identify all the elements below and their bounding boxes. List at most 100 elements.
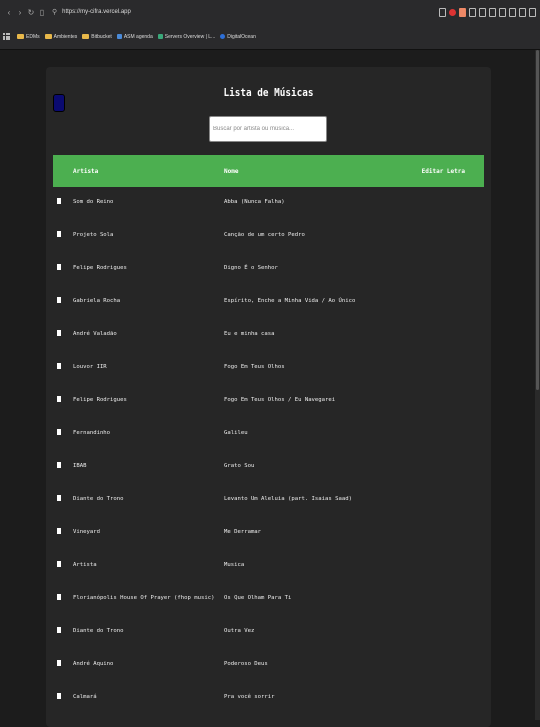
table-row[interactable]: André Aquino Poderoso Deus — [53, 649, 484, 682]
table-row[interactable]: IBAB Grato Sou — [53, 451, 484, 484]
extension-icon[interactable] — [439, 7, 446, 17]
extension-icon[interactable] — [519, 7, 526, 17]
edit-lyrics-icon[interactable] — [57, 561, 61, 567]
bookmark-folder[interactable]: EDMs — [17, 34, 40, 40]
page-content: Lista de Músicas Artista Nome Editar Let… — [0, 50, 540, 727]
table-row[interactable]: Artista Musica — [53, 550, 484, 583]
song-name-cell[interactable]: Canção de um certo Pedro — [224, 232, 305, 238]
song-name-cell[interactable]: Me Derramar — [224, 529, 261, 535]
edit-lyrics-icon[interactable] — [57, 528, 61, 534]
bookmark-link[interactable]: Servers Overview | L... — [157, 34, 215, 40]
extension-icon[interactable] — [459, 7, 466, 17]
forward-icon[interactable]: › — [15, 8, 25, 17]
favicon-icon — [157, 34, 163, 39]
extension-icon[interactable] — [489, 7, 496, 17]
song-name-cell[interactable]: Digno É o Senhor — [224, 265, 278, 271]
song-name-cell[interactable]: Galileu — [224, 430, 248, 436]
table-row[interactable]: Felipe Rodrigues Digno É o Senhor — [53, 253, 484, 286]
edit-lyrics-icon[interactable] — [57, 231, 61, 237]
table-row[interactable]: Florianópolis House Of Prayer (fhop musi… — [53, 583, 484, 616]
folder-icon — [17, 34, 24, 39]
search-input[interactable] — [209, 116, 327, 142]
song-name-cell[interactable]: Fogo Em Teus Olhos — [224, 364, 285, 370]
table-row[interactable]: Som do Reino Abba (Nunca Falha) — [53, 187, 484, 220]
table-row[interactable]: André Valadão Eu e minha casa — [53, 319, 484, 352]
column-header-artist[interactable]: Artista — [73, 168, 98, 175]
extension-icon[interactable] — [479, 7, 486, 17]
favicon-icon — [220, 34, 226, 39]
artist-cell: Diante do Trono — [73, 628, 124, 634]
edit-lyrics-icon[interactable] — [57, 198, 61, 204]
song-name-cell[interactable]: Abba (Nunca Falha) — [224, 199, 285, 205]
scrollbar-thumb[interactable] — [536, 50, 539, 390]
song-name-cell[interactable]: Poderoso Deus — [224, 661, 268, 667]
artist-cell: Projeto Sola — [73, 232, 114, 238]
table-header: Artista Nome Editar Letra — [53, 155, 484, 187]
table-row[interactable]: Fernandinho Galileu — [53, 418, 484, 451]
music-list-card: Lista de Músicas Artista Nome Editar Let… — [46, 67, 491, 727]
song-name-cell[interactable]: Grato Sou — [224, 463, 254, 469]
extensions-area — [439, 7, 536, 17]
table-row[interactable]: Vineyard Me Derramar — [53, 517, 484, 550]
bookmark-folder[interactable]: Ambientes — [44, 34, 77, 40]
extension-icon[interactable] — [499, 7, 506, 17]
edit-lyrics-icon[interactable] — [57, 495, 61, 501]
artist-cell: André Valadão — [73, 331, 117, 337]
edit-lyrics-icon[interactable] — [57, 462, 61, 468]
edit-lyrics-icon[interactable] — [57, 660, 61, 666]
extension-icon[interactable] — [469, 7, 476, 17]
url-text: https://my-cifra.vercel.app — [62, 9, 131, 15]
edit-lyrics-icon[interactable] — [57, 429, 61, 435]
artist-cell: Artista — [73, 562, 97, 568]
column-header-name[interactable]: Nome — [224, 168, 238, 175]
favicon-icon — [116, 34, 122, 39]
extension-icon[interactable] — [509, 7, 516, 17]
address-bar[interactable]: ⚲ https://my-cifra.vercel.app — [52, 8, 439, 16]
song-name-cell[interactable]: Espírito, Enche a Minha Vida / Ao Único — [224, 298, 355, 304]
song-name-cell[interactable]: Pra você sorrir — [224, 694, 275, 700]
edit-lyrics-icon[interactable] — [57, 363, 61, 369]
site-info-icon[interactable]: ⚲ — [52, 8, 57, 16]
artist-cell: IBAB — [73, 463, 87, 469]
song-name-cell[interactable]: Fogo Em Teus Olhos / Eu Navegarei — [224, 397, 335, 403]
table-row[interactable]: Felipe Rodrigues Fogo Em Teus Olhos / Eu … — [53, 385, 484, 418]
song-name-cell[interactable]: Levanto Um Aleluia (part. Isaias Saad) — [224, 496, 352, 502]
artist-cell: Florianópolis House Of Prayer (fhop musi… — [73, 595, 215, 601]
reload-icon[interactable]: ↻ — [26, 8, 36, 17]
table-row[interactable]: Louvor IIR Fogo Em Teus Olhos — [53, 352, 484, 385]
song-name-cell[interactable]: Musica — [224, 562, 244, 568]
folder-icon — [44, 34, 52, 39]
bookmark-link[interactable]: DigitalOcean — [220, 34, 256, 40]
edit-lyrics-icon[interactable] — [57, 594, 61, 600]
edit-lyrics-icon[interactable] — [57, 297, 61, 303]
page-scrollbar[interactable] — [535, 50, 540, 720]
extension-icon[interactable] — [449, 8, 456, 16]
table-row[interactable]: Diante do Trono Outra Vez — [53, 616, 484, 649]
edit-lyrics-icon[interactable] — [57, 627, 61, 633]
bookmark-link[interactable]: ASM agenda — [116, 34, 153, 40]
user-avatar-button[interactable] — [53, 94, 65, 112]
table-row[interactable]: Diante do Trono Levanto Um Aleluia (part.… — [53, 484, 484, 517]
column-header-edit: Editar Letra — [421, 168, 465, 175]
songs-table: Artista Nome Editar Letra Som do Reino Ab… — [53, 155, 484, 715]
song-name-cell[interactable]: Eu e minha casa — [224, 331, 275, 337]
edit-lyrics-icon[interactable] — [57, 396, 61, 402]
artist-cell: Felipe Rodrigues — [73, 265, 127, 271]
bookmark-icon[interactable]: ▯ — [37, 8, 47, 17]
edit-lyrics-icon[interactable] — [57, 693, 61, 699]
artist-cell: Louvor IIR — [73, 364, 107, 370]
table-row[interactable]: Projeto Sola Canção de um certo Pedro — [53, 220, 484, 253]
bookmark-folder[interactable]: Bitbucket — [82, 34, 112, 40]
song-name-cell[interactable]: Os Que Olham Para Ti — [224, 595, 291, 601]
edit-lyrics-icon[interactable] — [57, 330, 61, 336]
song-name-cell[interactable]: Outra Vez — [224, 628, 254, 634]
back-icon[interactable]: ‹ — [4, 8, 14, 17]
edit-lyrics-icon[interactable] — [57, 264, 61, 270]
artist-cell: Diante do Trono — [73, 496, 124, 502]
table-row[interactable]: Gabriela Rocha Espírito, Enche a Minha Vi… — [53, 286, 484, 319]
extension-icon[interactable] — [529, 7, 536, 17]
artist-cell: Calmará — [73, 694, 97, 700]
artist-cell: André Aquino — [73, 661, 114, 667]
table-row[interactable]: Calmará Pra você sorrir — [53, 682, 484, 715]
apps-grid-icon[interactable] — [3, 33, 10, 40]
